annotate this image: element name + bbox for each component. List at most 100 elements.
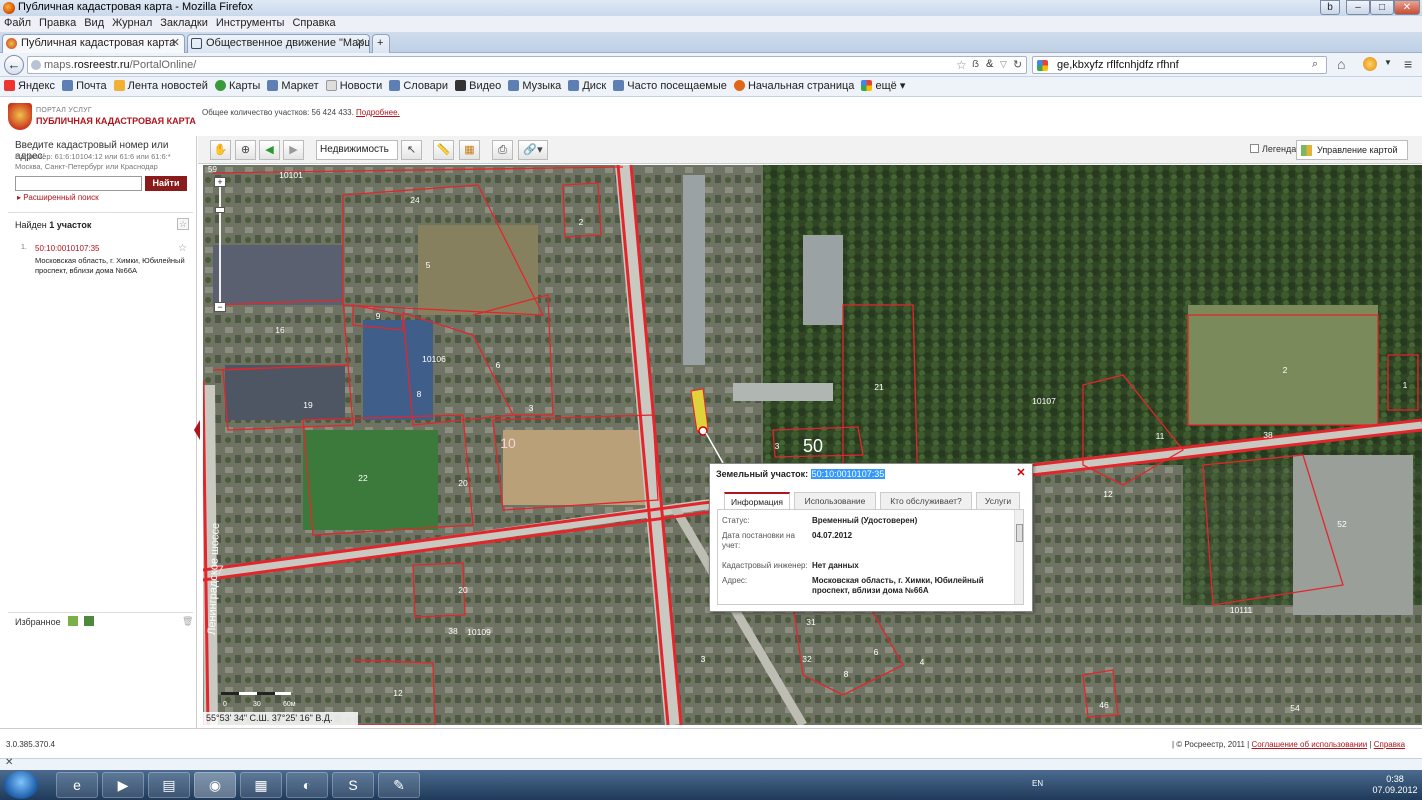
- tab-who-serves[interactable]: Кто обслуживает?: [880, 492, 972, 509]
- bookmark-more[interactable]: ещё ▾: [861, 77, 905, 96]
- menu-lines-icon[interactable]: ≡: [1404, 56, 1412, 72]
- next-view-arrow-icon[interactable]: ▶: [283, 140, 304, 160]
- close-addon-bar-icon[interactable]: ✕: [5, 757, 13, 768]
- search-icon[interactable]: ⌕: [1312, 58, 1318, 71]
- cadastral-search-input[interactable]: [15, 176, 142, 191]
- scrollbar-thumb[interactable]: [1016, 524, 1023, 542]
- menu-view[interactable]: Вид: [84, 16, 104, 31]
- home-icon[interactable]: ⌂: [1337, 56, 1345, 72]
- start-button[interactable]: [4, 771, 38, 799]
- favorites-excel-icon[interactable]: [84, 616, 94, 626]
- bookmark-market[interactable]: Маркет: [267, 77, 319, 96]
- popup-scrollbar[interactable]: [1014, 510, 1023, 604]
- folder-icon[interactable]: ▤: [148, 772, 190, 798]
- bookmark-mail[interactable]: Почта: [62, 77, 107, 96]
- site-identity-icon[interactable]: [31, 60, 41, 70]
- close-window-button[interactable]: ✕: [1394, 0, 1420, 15]
- addon-icon[interactable]: [1363, 57, 1377, 71]
- menu-tools[interactable]: Инструменты: [216, 16, 285, 31]
- zoom-out-button[interactable]: −: [214, 302, 226, 312]
- menu-bookmarks[interactable]: Закладки: [160, 16, 208, 31]
- tab-cadastral-map[interactable]: Публичная кадастровая карта ✕: [2, 34, 185, 53]
- result-code-link[interactable]: 50:10:0010107:35: [35, 244, 100, 253]
- minimize-button[interactable]: –: [1346, 0, 1370, 15]
- clock[interactable]: 0:38 07.09.2012: [1370, 774, 1420, 796]
- zoom-track[interactable]: [219, 187, 221, 302]
- close-icon[interactable]: ✕: [1015, 467, 1027, 479]
- dropdown-arrow-icon[interactable]: ▽: [1000, 59, 1007, 70]
- menu-edit[interactable]: Правка: [39, 16, 76, 31]
- link-icon[interactable]: 🔗▾: [518, 140, 548, 160]
- result-star-icon[interactable]: ☆: [178, 243, 187, 254]
- star-icon[interactable]: ☆: [177, 218, 189, 230]
- more-link[interactable]: Подробнее.: [356, 108, 400, 117]
- search-box[interactable]: ge,kbxyfz rflfcnhjdfz rfhnf ⌕: [1032, 56, 1327, 74]
- tab-bar: Публичная кадастровая карта ✕ Общественн…: [0, 32, 1422, 53]
- language-indicator[interactable]: EN: [1032, 779, 1043, 788]
- media-player-icon[interactable]: ▶: [102, 772, 144, 798]
- realty-select[interactable]: Недвижимость ▼: [316, 140, 398, 172]
- maximize-button[interactable]: □: [1370, 0, 1394, 15]
- close-tab-icon[interactable]: ✕: [356, 35, 365, 52]
- google-icon[interactable]: [1037, 60, 1048, 71]
- bookmark-yandex[interactable]: Яндекс: [4, 77, 55, 96]
- area-icon[interactable]: ▦: [459, 140, 480, 160]
- bookmark-news-feed[interactable]: Лента новостей: [113, 77, 208, 96]
- map-label: 21: [874, 382, 884, 392]
- pan-hand-icon[interactable]: ✋: [210, 140, 231, 160]
- ampersand-icon[interactable]: &: [986, 58, 993, 70]
- map-label: 22: [358, 473, 368, 483]
- zoom-handle[interactable]: [215, 207, 225, 213]
- menu-history[interactable]: Журнал: [112, 16, 152, 31]
- tab-usage[interactable]: Использование: [794, 492, 876, 509]
- zoom-slider[interactable]: 59 + −: [208, 165, 226, 312]
- find-button[interactable]: Найти: [145, 176, 187, 191]
- bookmark-disk[interactable]: Диск: [568, 77, 606, 96]
- copyright: | © Росреестр, 2011 | Соглашение об испо…: [1172, 740, 1406, 749]
- terms-link[interactable]: Соглашение об использовании: [1252, 740, 1368, 749]
- extension-icon[interactable]: b: [1320, 0, 1340, 15]
- bookmark-star-icon[interactable]: ☆: [956, 58, 967, 72]
- zoom-area-icon[interactable]: ⊕: [235, 140, 256, 160]
- bookmark-dictionaries[interactable]: Словари: [389, 77, 448, 96]
- bookmark-video[interactable]: Видео: [455, 77, 501, 96]
- close-tab-icon[interactable]: ✕: [171, 35, 180, 52]
- reload-icon[interactable]: ↻: [1013, 58, 1022, 71]
- trash-icon[interactable]: 🗑: [182, 616, 193, 627]
- tab-social-movement[interactable]: Общественное движение "Марш п... ✕: [187, 34, 370, 53]
- map-management-select[interactable]: Управление картой ▼: [1296, 140, 1408, 173]
- advanced-search-link[interactable]: ▸ Расширенный поиск: [17, 193, 99, 202]
- bookmark-music[interactable]: Музыка: [508, 77, 561, 96]
- menu-file[interactable]: Файл: [4, 16, 31, 31]
- map-label: 50: [803, 436, 823, 456]
- previous-view-arrow-icon[interactable]: ◀: [259, 140, 280, 160]
- map-view[interactable]: 10101 24 5 16 9 10106 6 19 8 3 10 22 20 …: [203, 165, 1422, 725]
- favorites-add-icon[interactable]: [68, 616, 78, 626]
- help-link[interactable]: Справка: [1374, 740, 1405, 749]
- player-taskbar-icon[interactable]: ◐: [286, 772, 328, 798]
- app-taskbar-icon[interactable]: ▦: [240, 772, 282, 798]
- measure-icon[interactable]: 📏: [433, 140, 454, 160]
- print-icon[interactable]: ⎙: [492, 140, 513, 160]
- translate-icon[interactable]: ẞ: [972, 59, 979, 70]
- tool-taskbar-icon[interactable]: ✎: [378, 772, 420, 798]
- tab-information[interactable]: Информация: [724, 492, 790, 509]
- zoom-in-button[interactable]: +: [214, 177, 226, 187]
- select-cursor-icon[interactable]: ↖: [401, 140, 422, 160]
- legend-checkbox[interactable]: Легенда: [1250, 144, 1296, 154]
- popup-parcel-code[interactable]: 50:10:0010107:35: [810, 469, 886, 479]
- new-tab-button[interactable]: +: [372, 34, 390, 53]
- bookmark-news[interactable]: Новости: [325, 77, 382, 96]
- tab-services[interactable]: Услуги: [976, 492, 1020, 509]
- back-arrow-icon[interactable]: ←: [4, 55, 24, 75]
- menu-help[interactable]: Справка: [292, 16, 335, 31]
- internet-explorer-icon[interactable]: e: [56, 772, 98, 798]
- skype-icon[interactable]: S: [332, 772, 374, 798]
- portal-title[interactable]: ПУБЛИЧНАЯ КАДАСТРОВАЯ КАРТА: [36, 116, 196, 126]
- bookmark-maps[interactable]: Карты: [214, 77, 260, 96]
- address-bar[interactable]: maps.rosreestr.ru/PortalOnline/ ☆ ẞ & ▽ …: [27, 56, 1027, 74]
- bookmark-most-visited[interactable]: Часто посещаемые: [613, 77, 727, 96]
- bookmark-start-page[interactable]: Начальная страница: [733, 77, 854, 96]
- addon-dropdown-icon[interactable]: ▼: [1384, 58, 1392, 67]
- firefox-taskbar-icon[interactable]: ◉: [194, 772, 236, 798]
